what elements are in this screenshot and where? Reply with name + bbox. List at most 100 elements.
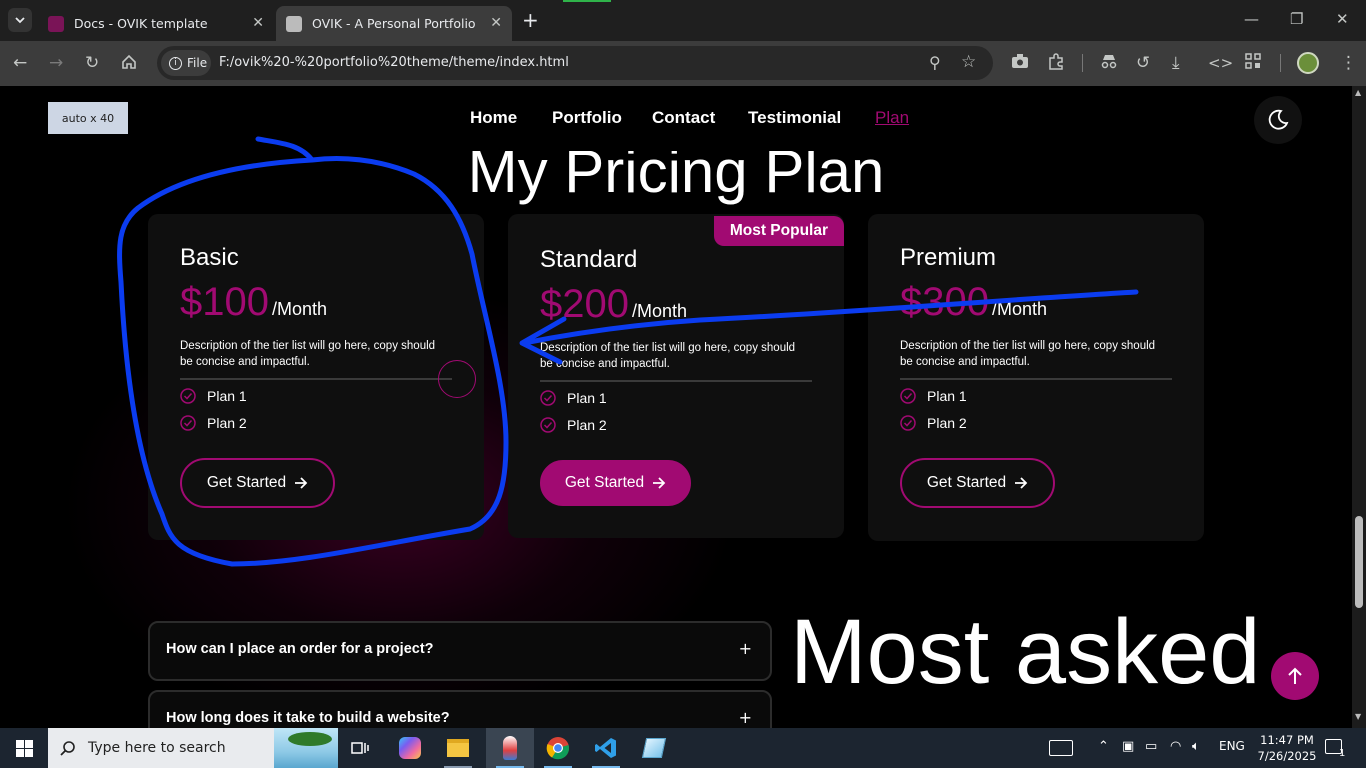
button-label: Get Started <box>564 474 645 491</box>
nav-plan[interactable]: Plan <box>875 108 909 128</box>
close-tab-icon[interactable]: ✕ <box>490 15 502 31</box>
plan-feature: Plan 1 <box>900 388 967 404</box>
battery-icon[interactable]: ▭ <box>1145 739 1157 754</box>
divider <box>540 380 812 382</box>
pricing-card-premium: Premium $300/Month Description of the ti… <box>868 214 1204 541</box>
wifi-icon[interactable]: ◠ <box>1170 739 1181 754</box>
system-clock[interactable]: 11:47 PM 7/26/2025 <box>1252 732 1322 764</box>
site-info-chip[interactable]: i File <box>161 50 211 76</box>
reload-icon[interactable]: ↻ <box>85 53 99 73</box>
chevron-down-icon <box>15 17 25 24</box>
taskbar-vscode[interactable] <box>582 728 630 768</box>
check-circle-icon <box>180 388 196 404</box>
news-widget-icon[interactable] <box>1049 740 1073 756</box>
plus-icon[interactable]: + <box>739 708 752 727</box>
browser-tab-strip: Docs - OVIK template ✕ OVIK - A Personal… <box>0 0 1366 41</box>
plan-description: Description of the tier list will go her… <box>180 340 436 368</box>
forward-icon[interactable]: → <box>49 53 63 73</box>
nav-testimonial[interactable]: Testimonial <box>748 108 841 128</box>
get-started-button[interactable]: Get Started <box>900 458 1055 508</box>
zoom-icon[interactable]: ⚲ <box>929 53 941 72</box>
scroll-up-arrow[interactable]: ▲ <box>1355 88 1361 97</box>
plan-amount: $300 <box>900 280 989 324</box>
plan-feature: Plan 2 <box>900 415 967 431</box>
plan-amount: $200 <box>540 282 629 326</box>
profile-icon[interactable] <box>1297 52 1319 74</box>
tab-search-button[interactable] <box>8 8 32 32</box>
get-started-button[interactable]: Get Started <box>540 460 691 506</box>
theme-toggle-button[interactable] <box>1254 96 1302 144</box>
incognito-icon[interactable] <box>1100 53 1118 74</box>
plan-feature: Plan 1 <box>540 390 607 406</box>
taskbar-paint-app[interactable] <box>486 728 534 768</box>
menu-icon[interactable]: ⋮ <box>1340 53 1357 73</box>
start-button[interactable] <box>0 728 48 768</box>
folder-icon <box>447 739 469 757</box>
taskbar-chrome[interactable] <box>534 728 582 768</box>
arrow-right-icon <box>1015 477 1028 489</box>
tree-icon <box>288 732 332 746</box>
arrow-right-icon <box>295 477 308 489</box>
back-icon[interactable]: ← <box>13 53 27 73</box>
size-badge: auto x 40 <box>48 102 128 134</box>
plan-amount: $100 <box>180 280 269 324</box>
plan-name: Standard <box>540 246 638 273</box>
nav-home[interactable]: Home <box>470 108 517 128</box>
camera-icon[interactable] <box>1011 53 1029 74</box>
plan-price: $300/Month <box>900 280 1047 325</box>
close-window-button[interactable]: ✕ <box>1336 10 1349 28</box>
task-view-button[interactable] <box>336 728 384 768</box>
feature-label: Plan 1 <box>567 390 607 406</box>
history-icon[interactable]: ↺ <box>1136 53 1150 73</box>
docs-favicon-icon <box>48 15 64 32</box>
taskbar-file-explorer[interactable] <box>434 728 482 768</box>
site-navbar: auto x 40 Home Portfolio Contact Testimo… <box>0 86 1352 151</box>
search-icon <box>60 741 75 756</box>
tab-ovik[interactable]: OVIK - A Personal Portfolio Template ✕ <box>276 6 512 41</box>
download-icon[interactable]: ⤓ <box>1172 53 1180 73</box>
minimize-button[interactable]: — <box>1244 10 1259 28</box>
home-icon[interactable] <box>120 53 138 76</box>
scroll-to-top-button[interactable] <box>1271 652 1319 700</box>
volume-icon[interactable]: 🔈︎ <box>1192 739 1200 754</box>
plus-icon[interactable]: + <box>739 639 752 658</box>
url-text[interactable]: F:/ovik%20-%20portfolio%20theme/theme/in… <box>219 55 569 70</box>
taskbar-app[interactable] <box>630 728 678 768</box>
scroll-down-arrow[interactable]: ▼ <box>1355 712 1361 721</box>
feature-label: Plan 1 <box>927 388 967 404</box>
plan-period: /Month <box>631 301 688 321</box>
moon-icon <box>1268 109 1289 130</box>
camera-tray-icon[interactable]: ▣ <box>1122 739 1134 754</box>
tab-docs[interactable]: Docs - OVIK template ✕ <box>38 6 274 41</box>
page-scrollbar[interactable]: ▲ ▼ <box>1352 86 1366 728</box>
page-favicon-icon <box>286 15 302 32</box>
faq-item[interactable]: How long does it take to build a website… <box>148 690 772 728</box>
language-indicator[interactable]: ENG <box>1219 739 1245 753</box>
restore-button[interactable]: ❐ <box>1290 10 1303 28</box>
faq-heading: Most asked <box>790 601 1261 703</box>
new-tab-button[interactable]: + <box>522 8 539 32</box>
notification-count: 1 <box>1339 748 1346 759</box>
scrollbar-thumb[interactable] <box>1355 516 1363 608</box>
faq-item[interactable]: How can I place an order for a project? … <box>148 621 772 681</box>
nav-portfolio[interactable]: Portfolio <box>552 108 622 128</box>
star-icon[interactable]: ☆ <box>961 52 976 72</box>
code-icon[interactable]: <> <box>1208 53 1233 73</box>
windows-taskbar: Type here to search ⌃ ▣ ▭ ◠ 🔈︎ ENG 11:47… <box>0 728 1366 768</box>
qr-icon[interactable] <box>1245 53 1261 74</box>
check-circle-icon <box>900 415 916 431</box>
faq-question: How long does it take to build a website… <box>166 710 450 726</box>
clock-time: 11:47 PM <box>1260 733 1314 747</box>
check-circle-icon <box>540 390 556 406</box>
chevron-up-icon[interactable]: ⌃ <box>1098 739 1109 754</box>
plan-price: $200/Month <box>540 282 687 327</box>
extensions-icon[interactable] <box>1047 53 1065 76</box>
address-bar[interactable]: i File F:/ovik%20-%20portfolio%20theme/t… <box>157 46 993 80</box>
taskbar-search[interactable]: Type here to search <box>48 728 338 768</box>
get-started-button[interactable]: Get Started <box>180 458 335 508</box>
close-tab-icon[interactable]: ✕ <box>252 15 264 31</box>
feature-label: Plan 1 <box>207 388 247 404</box>
search-placeholder: Type here to search <box>88 740 226 756</box>
taskbar-copilot[interactable] <box>386 728 434 768</box>
nav-contact[interactable]: Contact <box>652 108 715 128</box>
